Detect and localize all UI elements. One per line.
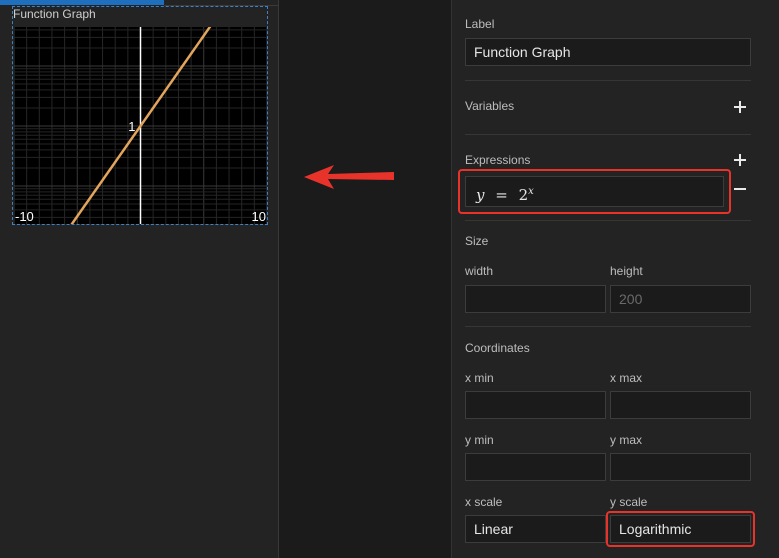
graph-svg: 1001-1010 [14,27,267,224]
x-max-label: x max [610,371,643,385]
y-scale-label: y scale [610,495,648,509]
x-scale-select[interactable]: Linear [465,515,606,543]
canvas-pane: Function Graph 1001-1010 [0,0,279,558]
annotation-highlight-y-scale [606,511,755,547]
x-tick-label-min: -10 [15,209,34,224]
add-variable-plus-icon[interactable] [734,101,746,113]
properties-panel: Label Function Graph Variables Expressio… [451,0,779,558]
graph-plot-area: 1001-1010 [14,27,267,224]
function-graph-widget[interactable]: Function Graph 1001-1010 [12,6,268,225]
coordinates-section-title: Coordinates [465,341,530,355]
divider [465,134,751,135]
label-input[interactable]: Function Graph [465,38,751,66]
divider [465,326,751,327]
expressions-section-title: Expressions [465,153,531,167]
divider [465,220,751,221]
annotation-highlight-expression [458,169,731,214]
x-min-input[interactable] [465,391,606,419]
height-input[interactable]: 200 [610,285,751,313]
x-scale-label: x scale [465,495,503,509]
size-section-title: Size [465,234,489,248]
height-label: height [610,264,643,278]
x-tick-label-max: 10 [252,209,266,224]
variables-section-title: Variables [465,99,515,113]
remove-expression-minus-icon[interactable] [734,188,746,190]
y-tick-label-1: 1 [128,119,135,134]
y-min-label: y min [465,433,494,447]
width-label: width [465,264,494,278]
y-max-label: y max [610,433,643,447]
x-min-label: x min [465,371,494,385]
active-tab-indicator [0,0,164,5]
label-section-title: Label [465,17,495,31]
y-max-input[interactable] [610,453,751,481]
y-min-input[interactable] [465,453,606,481]
x-max-input[interactable] [610,391,751,419]
add-expression-plus-icon[interactable] [734,154,746,166]
widget-label: Function Graph [13,7,96,21]
width-input[interactable] [465,285,606,313]
annotation-arrow [300,160,400,194]
divider [465,80,751,81]
arrow-left-icon [304,165,394,189]
